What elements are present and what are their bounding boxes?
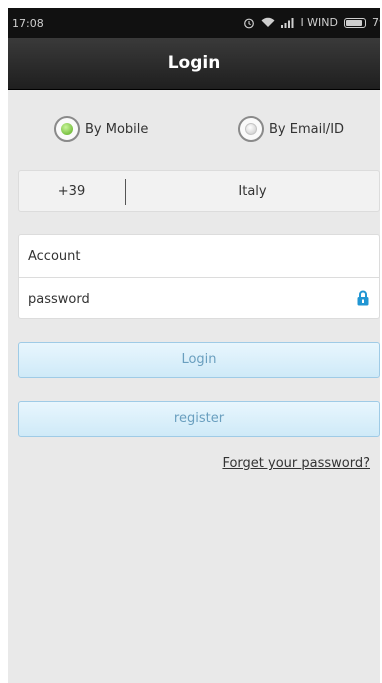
by-mobile-label: By Mobile: [85, 121, 149, 137]
radio-selected-icon: [54, 116, 80, 142]
signal-icon: [281, 17, 294, 28]
country-name: Italy: [238, 184, 267, 199]
by-email-label: By Email/ID: [269, 121, 345, 137]
status-icons: I WIND 79: [243, 16, 380, 29]
country-code: +39: [57, 184, 86, 199]
battery-level: 79: [372, 16, 380, 29]
login-screen: 17:08 I WIND 79 Login By Mobile By Email…: [8, 8, 380, 683]
alarm-icon: [243, 17, 255, 29]
battery-icon: [344, 17, 366, 28]
account-input[interactable]: [19, 235, 379, 277]
page-title: Login: [167, 53, 221, 73]
register-button[interactable]: register: [18, 401, 380, 437]
by-mobile-radio[interactable]: By Mobile: [54, 116, 148, 142]
country-selector[interactable]: +39 Italy: [18, 170, 380, 212]
forgot-password-link[interactable]: Forget your password?: [222, 456, 370, 471]
status-bar: 17:08 I WIND 79: [8, 8, 380, 38]
wifi-icon: [261, 17, 275, 28]
carrier-name: I WIND: [300, 16, 338, 29]
by-email-radio[interactable]: By Email/ID: [238, 116, 344, 142]
password-input[interactable]: [19, 278, 379, 320]
credentials-form: [18, 234, 380, 320]
radio-unselected-icon: [238, 116, 264, 142]
status-time: 17:08: [12, 17, 44, 30]
title-bar: Login: [8, 38, 380, 90]
login-button[interactable]: Login: [18, 342, 380, 378]
lock-icon: [357, 290, 369, 310]
